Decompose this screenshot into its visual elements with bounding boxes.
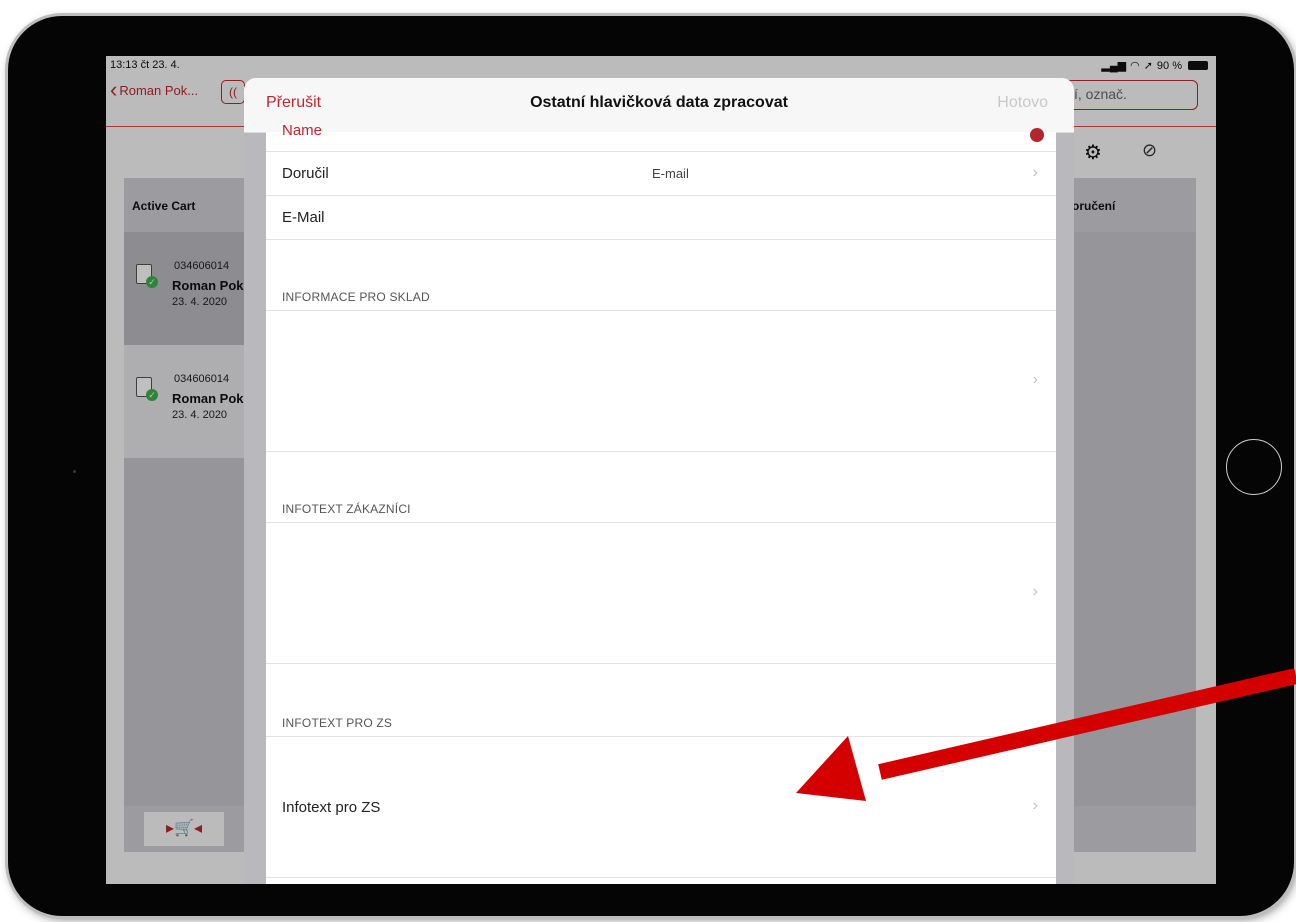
annotation-arrow: [796, 668, 1296, 801]
arrow-shaft: [878, 668, 1296, 780]
arrow-head: [796, 736, 866, 801]
